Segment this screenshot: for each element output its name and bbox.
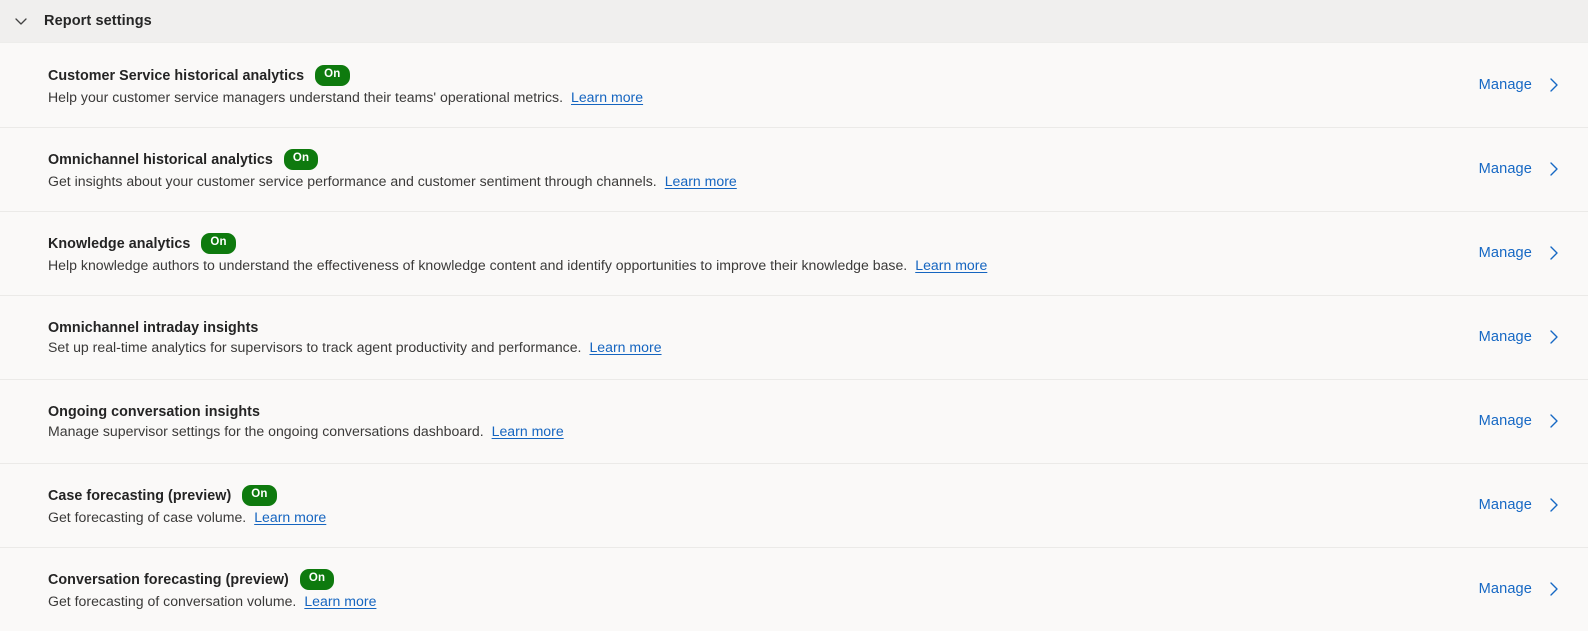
list-item[interactable]: Ongoing conversation insights Manage sup… <box>0 379 1588 463</box>
row-title: Omnichannel intraday insights <box>48 319 259 336</box>
list-item[interactable]: Omnichannel historical analytics On Get … <box>0 127 1588 211</box>
row-title-line: Case forecasting (preview) On <box>48 485 326 506</box>
chevron-right-icon <box>1546 242 1562 264</box>
learn-more-link[interactable]: Learn more <box>304 593 376 609</box>
learn-more-link[interactable]: Learn more <box>915 257 987 273</box>
list-item[interactable]: Knowledge analytics On Help knowledge au… <box>0 211 1588 295</box>
row-title: Conversation forecasting (preview) <box>48 571 289 588</box>
page-title: Report settings <box>44 13 152 29</box>
manage-button[interactable]: Manage <box>1479 326 1566 348</box>
chevron-right-icon <box>1546 158 1562 180</box>
row-description-line: Help your customer service managers unde… <box>48 89 643 105</box>
row-content: Ongoing conversation insights Manage sup… <box>48 404 564 439</box>
row-description: Get insights about your customer service… <box>48 172 657 189</box>
status-badge: On <box>315 65 350 86</box>
row-description: Help knowledge authors to understand the… <box>48 256 908 273</box>
row-content: Knowledge analytics On Help knowledge au… <box>48 233 987 273</box>
chevron-down-icon[interactable] <box>8 8 34 34</box>
list-item[interactable]: Conversation forecasting (preview) On Ge… <box>0 547 1588 631</box>
learn-more-link[interactable]: Learn more <box>589 339 661 355</box>
row-description: Set up real-time analytics for superviso… <box>48 338 582 355</box>
row-content: Conversation forecasting (preview) On Ge… <box>48 569 376 609</box>
manage-button[interactable]: Manage <box>1479 242 1566 264</box>
chevron-right-icon <box>1546 578 1562 600</box>
chevron-right-icon <box>1546 74 1562 96</box>
row-title: Omnichannel historical analytics <box>48 151 273 168</box>
manage-button[interactable]: Manage <box>1479 410 1566 432</box>
row-content: Customer Service historical analytics On… <box>48 65 643 105</box>
manage-label: Manage <box>1478 329 1532 345</box>
row-description-line: Set up real-time analytics for superviso… <box>48 339 662 355</box>
manage-button[interactable]: Manage <box>1479 74 1566 96</box>
manage-label: Manage <box>1478 245 1532 261</box>
row-content: Omnichannel historical analytics On Get … <box>48 149 737 189</box>
learn-more-link[interactable]: Learn more <box>571 89 643 105</box>
row-content: Omnichannel intraday insights Set up rea… <box>48 320 662 355</box>
status-badge: On <box>201 233 236 254</box>
row-title: Ongoing conversation insights <box>48 403 260 420</box>
row-description-line: Get forecasting of case volume. Learn mo… <box>48 509 326 525</box>
status-badge: On <box>283 149 319 170</box>
row-description-line: Get forecasting of conversation volume. … <box>48 593 376 609</box>
row-description: Help your customer service managers unde… <box>48 88 563 105</box>
manage-button[interactable]: Manage <box>1479 578 1566 600</box>
row-description-line: Get insights about your customer service… <box>48 173 737 189</box>
row-description: Manage supervisor settings for the ongoi… <box>48 422 484 439</box>
row-title-line: Conversation forecasting (preview) On <box>48 569 376 590</box>
row-title: Customer Service historical analytics <box>48 67 305 84</box>
row-description: Get forecasting of case volume. <box>48 508 247 525</box>
row-description-line: Help knowledge authors to understand the… <box>48 257 987 273</box>
row-title-line: Omnichannel historical analytics On <box>48 149 737 170</box>
manage-label: Manage <box>1478 161 1532 177</box>
manage-label: Manage <box>1478 581 1532 597</box>
learn-more-link[interactable]: Learn more <box>492 423 564 439</box>
row-description-line: Manage supervisor settings for the ongoi… <box>48 423 564 439</box>
manage-label: Manage <box>1478 497 1532 513</box>
row-title-line: Omnichannel intraday insights <box>48 320 662 336</box>
row-content: Case forecasting (preview) On Get foreca… <box>48 485 326 525</box>
manage-label: Manage <box>1478 413 1532 429</box>
learn-more-link[interactable]: Learn more <box>254 509 326 525</box>
chevron-right-icon <box>1546 410 1562 432</box>
list-item[interactable]: Case forecasting (preview) On Get foreca… <box>0 463 1588 547</box>
report-settings-list: Customer Service historical analytics On… <box>0 43 1588 631</box>
manage-button[interactable]: Manage <box>1479 158 1566 180</box>
learn-more-link[interactable]: Learn more <box>665 173 737 189</box>
chevron-right-icon <box>1546 326 1562 348</box>
status-badge: On <box>242 485 277 506</box>
manage-label: Manage <box>1478 77 1532 93</box>
status-badge: On <box>299 569 335 590</box>
row-title: Case forecasting (preview) <box>48 487 232 504</box>
row-title-line: Knowledge analytics On <box>48 233 987 254</box>
list-item[interactable]: Omnichannel intraday insights Set up rea… <box>0 295 1588 379</box>
row-description: Get forecasting of conversation volume. <box>48 592 297 609</box>
row-title: Knowledge analytics <box>48 235 191 252</box>
manage-button[interactable]: Manage <box>1479 494 1566 516</box>
chevron-right-icon <box>1546 494 1562 516</box>
report-settings-section-header[interactable]: Report settings <box>0 0 1588 43</box>
list-item[interactable]: Customer Service historical analytics On… <box>0 43 1588 127</box>
row-title-line: Ongoing conversation insights <box>48 404 564 420</box>
row-title-line: Customer Service historical analytics On <box>48 65 643 86</box>
